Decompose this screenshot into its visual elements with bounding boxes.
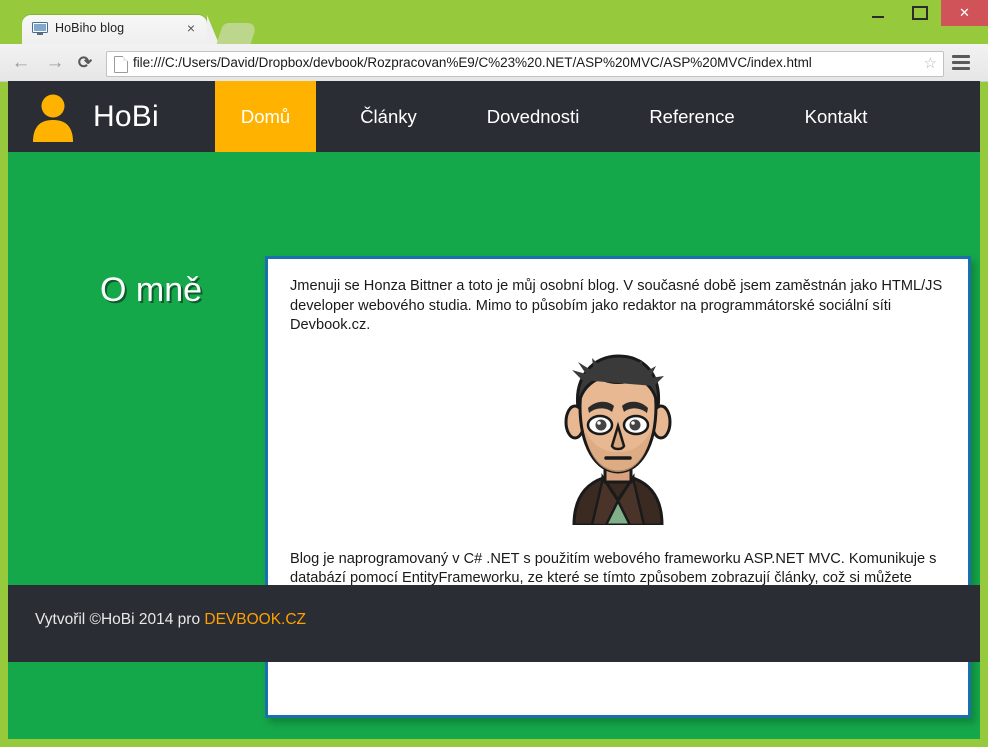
footer-credit: Vytvořil ©HoBi 2014 pro DEVBOOK.CZ [35, 611, 306, 629]
intro-paragraph: Jmenuji se Honza Bittner a toto je můj o… [290, 277, 946, 336]
site-nav-links: Domů Články Dovednosti Reference Kontakt [215, 81, 894, 152]
avatar [548, 350, 688, 525]
tab-close-icon[interactable]: × [187, 21, 195, 36]
window-controls: ✕ [857, 0, 988, 26]
reload-icon[interactable]: ⟳ [74, 52, 96, 74]
user-silhouette-icon [31, 92, 75, 142]
minimize-button[interactable] [857, 0, 899, 26]
browser-titlebar: HoBiho blog × ✕ [0, 0, 988, 44]
close-window-button[interactable]: ✕ [941, 0, 988, 26]
nav-item-clanky[interactable]: Články [334, 81, 443, 152]
nav-item-kontakt[interactable]: Kontakt [779, 81, 894, 152]
tab-title: HoBiho blog [55, 21, 124, 35]
page-body: O mně Jmenuji se Honza Bittner a toto je… [8, 152, 980, 662]
site-navbar: HoBi Domů Články Dovednosti Reference Ko… [8, 81, 980, 152]
site-footer: Vytvořil ©HoBi 2014 pro DEVBOOK.CZ [8, 585, 980, 662]
browser-tab[interactable]: HoBiho blog × [22, 15, 207, 44]
bookmark-star-icon[interactable]: ☆ [924, 55, 937, 73]
monitor-icon [32, 22, 48, 36]
nav-item-domu[interactable]: Domů [215, 81, 316, 152]
forward-icon[interactable]: → [44, 52, 66, 74]
back-icon[interactable]: ← [10, 52, 32, 74]
maximize-button[interactable] [899, 0, 941, 26]
brand-name: HoBi [93, 100, 159, 134]
browser-toolbar: ← → ⟳ file:///C:/Users/David/Dropbox/dev… [0, 44, 988, 82]
page-title: O mně [100, 271, 202, 310]
hamburger-menu-icon[interactable] [952, 55, 970, 70]
nav-item-reference[interactable]: Reference [623, 81, 760, 152]
footer-credit-text: Vytvořil ©HoBi 2014 pro [35, 611, 204, 628]
new-tab-button[interactable] [217, 23, 258, 44]
address-bar[interactable]: file:///C:/Users/David/Dropbox/devbook/R… [106, 51, 944, 77]
footer-devbook-link[interactable]: DEVBOOK.CZ [204, 611, 306, 628]
url-text: file:///C:/Users/David/Dropbox/devbook/R… [133, 55, 812, 70]
page-viewport: HoBi Domů Články Dovednosti Reference Ko… [8, 81, 980, 739]
nav-item-dovednosti[interactable]: Dovednosti [461, 81, 606, 152]
page-document-icon [114, 56, 128, 73]
site-brand[interactable]: HoBi [8, 81, 159, 152]
browser-window: HoBiho blog × ✕ ← → ⟳ file:///C:/Users/D… [0, 0, 988, 747]
avatar-container [290, 350, 946, 530]
